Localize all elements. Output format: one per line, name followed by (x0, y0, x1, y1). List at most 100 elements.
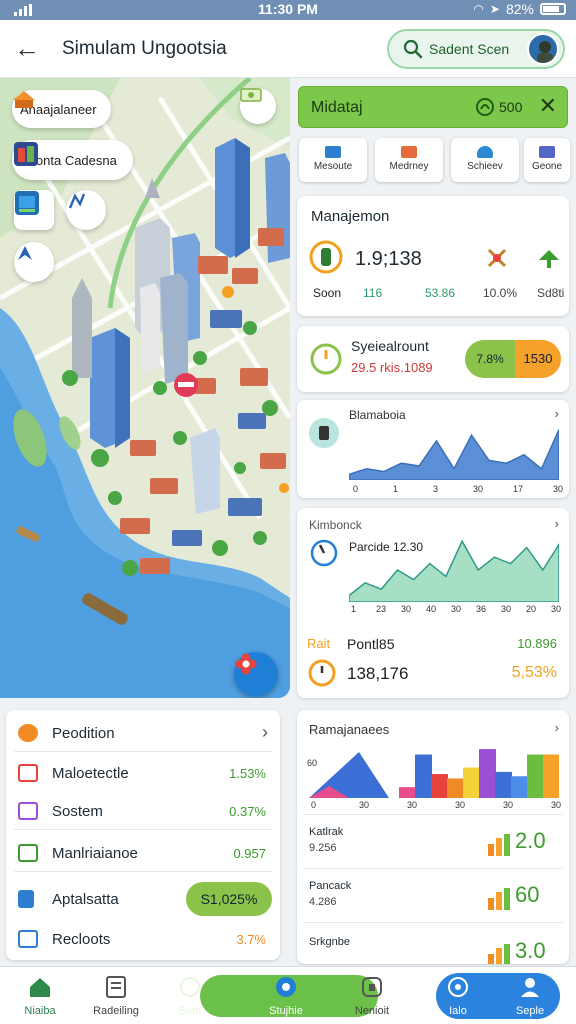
list-item-manlriaianoe[interactable]: Manlriaianoe 0.957 (6, 834, 280, 872)
flower-icon (235, 653, 257, 675)
mini-row-name: Srkgnbe (309, 936, 350, 948)
lock-icon (18, 890, 34, 908)
clock-icon (310, 539, 338, 567)
mini-row-name: Katlrak (309, 826, 344, 838)
x-tick-label: 1 (351, 604, 357, 614)
pot-icon (18, 724, 38, 742)
coin-icon (476, 98, 494, 116)
chart-plot (349, 429, 559, 480)
reports-icon (18, 930, 38, 948)
quick-tile-label: Schieev (467, 161, 503, 172)
mini-row-big: 60 (515, 882, 540, 907)
stat-soon: Soon (313, 286, 342, 300)
battery-icon (540, 3, 566, 15)
list-item-peodition[interactable]: Peodition › (6, 714, 280, 752)
chevron-right-icon[interactable]: › (555, 516, 559, 531)
layers-icon (15, 191, 39, 215)
location-icon: ➤ (489, 2, 500, 16)
nav-label: Bem (178, 1005, 202, 1017)
x-tick-label: 30 (359, 800, 370, 810)
nav-label: Stujhie (269, 1005, 303, 1017)
bar (399, 787, 416, 798)
map-chip-anaajalaneer[interactable]: Anaajalaneer (12, 90, 111, 128)
x-tick-label: 3 (433, 484, 439, 494)
coin-count: 500 (499, 99, 523, 115)
lock-icon (362, 977, 382, 997)
tree-icon (539, 250, 559, 268)
x-tick-label: 17 (513, 484, 524, 494)
list-item-value: 1.53% (229, 766, 266, 781)
bars-icon (488, 888, 510, 910)
chart-title: Blamaboia (349, 408, 406, 422)
chart-card-ramajanaees[interactable]: Ramajanaees › 60 0 30 30 30 30 30 Katlrak 9.2… (297, 710, 569, 964)
nav-ialo[interactable]: Ialo (422, 967, 494, 1024)
stats-list: Peodition › Maloetectle 1.53% Sostem 0.3… (6, 710, 280, 960)
scheduler-card[interactable]: Syeiealrount 29.5 rkis.1089 7.8% 1530 (297, 326, 569, 392)
list-item-label: Sostem (52, 803, 103, 820)
bar (431, 774, 448, 798)
list-item-value: 0.957 (233, 846, 266, 861)
avatar[interactable] (527, 33, 559, 65)
panel-header: Midataj 500 ✕ (298, 86, 568, 128)
route-button[interactable] (66, 190, 106, 230)
compass-button[interactable] (14, 242, 54, 282)
nav-nenioit[interactable]: Nenioit (332, 967, 412, 1024)
quick-tile-geone[interactable]: Geone (524, 138, 570, 182)
bar (495, 771, 512, 798)
hat-icon (477, 146, 493, 158)
quick-tile-mesoute[interactable]: Mesoute (299, 138, 367, 182)
compass-icon (18, 246, 32, 260)
foot-label: Rait (307, 636, 331, 651)
quick-tile-medrney[interactable]: Medrney (375, 138, 443, 182)
stat-53: 53.86 (425, 286, 456, 300)
list-item-recloots[interactable]: Recloots 3.7% (6, 920, 280, 958)
chevron-right-icon[interactable]: › (555, 720, 559, 735)
quick-tile-label: Medrney (389, 161, 429, 172)
nav-reading[interactable]: Radeiling (76, 967, 156, 1024)
quick-tile-schieev[interactable]: Schieev (451, 138, 519, 182)
x-tick-label: 30 (451, 604, 462, 614)
city-map[interactable]: Anaajalaneer Sbonta Cadesna (0, 78, 290, 698)
x-tick-label: 30 (551, 604, 562, 614)
bar (415, 754, 432, 798)
bar (463, 767, 480, 798)
add-building-fab[interactable] (234, 652, 278, 696)
x-tick-label: 30 (473, 484, 484, 494)
x-tick-label: 30 (455, 800, 466, 810)
list-item-maloetectle[interactable]: Maloetectle 1.53% (6, 754, 280, 792)
back-button[interactable]: ← (12, 34, 42, 64)
nav-label: Radeiling (93, 1005, 139, 1017)
stat-percent: 10.0% (483, 286, 518, 300)
stat-sd8ti: Sd8ti (537, 286, 565, 300)
list-item-sostem[interactable]: Sostem 0.37% (6, 792, 280, 830)
nav-home[interactable]: Niaiba (0, 967, 80, 1024)
close-icon[interactable]: ✕ (539, 93, 557, 119)
chart-title: Ramajanaees (309, 722, 390, 737)
tools-icon (487, 248, 507, 268)
money-button[interactable] (240, 88, 276, 124)
profile-icon (521, 978, 539, 997)
quick-tile-label: Mesoute (313, 161, 353, 172)
search-icon (403, 39, 423, 59)
wifi-icon: ◠ (473, 2, 484, 16)
nav-seple[interactable]: Seple (494, 967, 566, 1024)
bars-icon (488, 944, 510, 964)
map-chip-sbonta[interactable]: Sbonta Cadesna (12, 140, 133, 180)
chart-card-blamaboia[interactable]: Blamaboia › 0 1 3 30 17 30 (297, 400, 569, 498)
list-item-value: 0.37% (229, 804, 266, 819)
list-item-aptalsatta[interactable]: Aptalsatta S1,025% (6, 880, 280, 918)
temple-icon (13, 91, 35, 108)
chart-card-kimbonck[interactable]: Kimbonck › Parcide 12.30 1 23 30 40 30 36 30 20… (297, 508, 569, 698)
scheduler-sub: 29.5 rkis.1089 (351, 360, 433, 375)
mini-row-big: 3.0 (515, 938, 546, 963)
chevron-right-icon[interactable]: › (555, 406, 559, 421)
mini-row-big: 2.0 (515, 828, 546, 853)
layers-button[interactable] (14, 190, 54, 230)
nav-stujhie[interactable]: Stujhie (246, 967, 326, 1024)
foot-name: Pontl85 (347, 636, 395, 652)
chart-icon (309, 418, 339, 448)
settings-icon (448, 977, 468, 997)
search-button[interactable]: Sadent Scen (387, 29, 565, 69)
scheduler-pill[interactable]: 7.8% 1530 (465, 340, 561, 378)
nav-bem[interactable]: Bem (160, 967, 220, 1024)
